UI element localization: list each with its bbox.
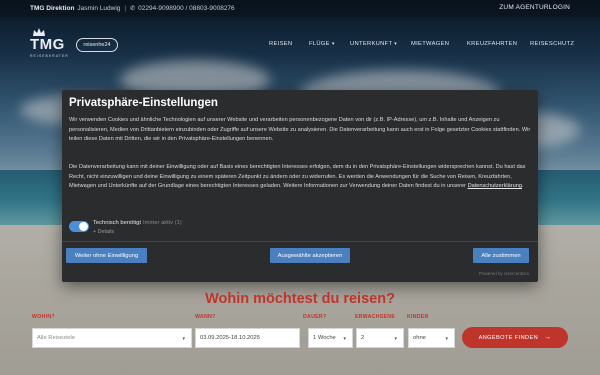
tech-label-text: Technisch benötigt — [93, 220, 142, 226]
tmg-logo[interactable]: TMG REISEBERATER — [30, 28, 69, 58]
adults-value: 2 — [361, 335, 365, 341]
technically-required-toggle[interactable] — [69, 221, 89, 232]
technically-required-label: Technisch benötigt Immer aktiv (1) — [93, 220, 182, 226]
topbar-brand: TMG Direktion — [30, 5, 75, 12]
nav-item-mietwagen[interactable]: MIETWAGEN — [411, 41, 449, 47]
chevron-down-icon: ▼ — [342, 336, 347, 341]
modal-title: Privatsphäre-Einstellungen — [69, 97, 218, 109]
chevron-down-icon: ▾ — [394, 41, 398, 47]
modal-details-end: . — [521, 183, 524, 190]
modal-intro-text: Wir verwenden Cookies und ähnliche Techn… — [69, 117, 531, 143]
children-value: ohne — [413, 335, 426, 341]
chevron-down-icon: ▼ — [181, 336, 186, 341]
privacy-settings-modal: Privatsphäre-Einstellungen Wir verwenden… — [62, 90, 538, 282]
modal-details-body: Die Datenverarbeitung kann mit deiner Ei… — [69, 164, 526, 190]
duration-value: 1 Woche — [313, 335, 336, 341]
top-bar: TMG Direktion Jasmin Ludwig | ✆ 02294-90… — [0, 0, 600, 17]
field-label-date: WANN? — [195, 314, 216, 320]
accept-selected-button[interactable]: Ausgewählte akzeptieren — [270, 248, 350, 263]
destination-select[interactable]: Alle Reiseziele ▼ — [32, 328, 192, 348]
nav-item-fluege[interactable]: FLÜGE ▾ — [309, 41, 335, 47]
field-label-children: KINDER — [407, 314, 429, 320]
adults-select[interactable]: 2 ▼ — [356, 328, 404, 348]
crown-icon — [33, 28, 45, 36]
chevron-down-icon: ▼ — [393, 336, 398, 341]
nav-item-reisen[interactable]: REISEN — [269, 41, 292, 47]
tmg-logo-subtitle: REISEBERATER — [30, 54, 69, 58]
privacy-policy-link[interactable]: Datenschutzerklärung — [468, 183, 522, 189]
date-range-value: 03.09.2025-18.10.2025 — [200, 335, 260, 341]
nav-label: REISESCHUTZ — [530, 41, 575, 47]
topbar-person: Jasmin Ludwig — [77, 5, 121, 12]
chevron-down-icon: ▾ — [331, 41, 335, 47]
field-label-destination: WOHIN? — [32, 314, 55, 320]
field-label-adults: ERWACHSENE — [355, 314, 396, 320]
nav-label: MIETWAGEN — [411, 41, 450, 47]
tmg-logo-text: TMG — [30, 36, 65, 53]
duration-select[interactable]: 1 Woche ▼ — [308, 328, 353, 348]
find-offers-button[interactable]: ANGEBOTE FINDEN → — [462, 327, 568, 348]
nav-item-kreuzfahrten[interactable]: KREUZFAHRTEN — [467, 41, 517, 47]
partner-logo-text: reisenhe24 — [83, 42, 111, 48]
nav-item-reiseschutz[interactable]: REISESCHUTZ — [530, 41, 574, 47]
destination-value: Alle Reiseziele — [37, 335, 76, 341]
continue-without-consent-button[interactable]: Weiter ohne Einwilligung — [66, 248, 147, 263]
partner-logo[interactable]: reisenhe24 — [76, 38, 118, 52]
phone-icon: ✆ — [130, 6, 136, 12]
nav-label: REISEN — [269, 41, 293, 47]
topbar-separator: | — [124, 5, 127, 12]
modal-details-text: Die Datenverarbeitung kann mit deiner Ei… — [69, 163, 531, 192]
details-link[interactable]: + Details — [93, 229, 114, 235]
nav-label: KREUZFAHRTEN — [467, 41, 518, 47]
accept-all-button[interactable]: Alle zustimmen — [473, 248, 529, 263]
topbar-phones[interactable]: 02294-9098900 / 08803-9008276 — [138, 5, 235, 12]
tech-label-muted: Immer aktiv (1) — [143, 220, 182, 226]
toggle-knob — [79, 222, 88, 231]
agent-login-link[interactable]: ZUM AGENTURLOGIN — [499, 4, 570, 11]
date-range-input[interactable]: 03.09.2025-18.10.2025 — [195, 328, 300, 348]
chevron-down-icon: ▼ — [444, 336, 449, 341]
nav-label: FLÜGE — [309, 41, 330, 47]
arrow-right-icon: → — [544, 334, 552, 341]
children-select[interactable]: ohne ▼ — [408, 328, 455, 348]
find-offers-label: ANGEBOTE FINDEN — [478, 334, 539, 341]
nav-item-unterkunft[interactable]: UNTERKUNFT ▾ — [350, 41, 397, 47]
powered-by-text: Powered by Usercentrics — [478, 271, 529, 276]
modal-divider — [62, 241, 538, 242]
nav-label: UNTERKUNFT — [350, 41, 393, 47]
field-label-duration: DAUER? — [303, 314, 327, 320]
search-headline: Wohin möchtest du reisen? — [205, 291, 395, 307]
